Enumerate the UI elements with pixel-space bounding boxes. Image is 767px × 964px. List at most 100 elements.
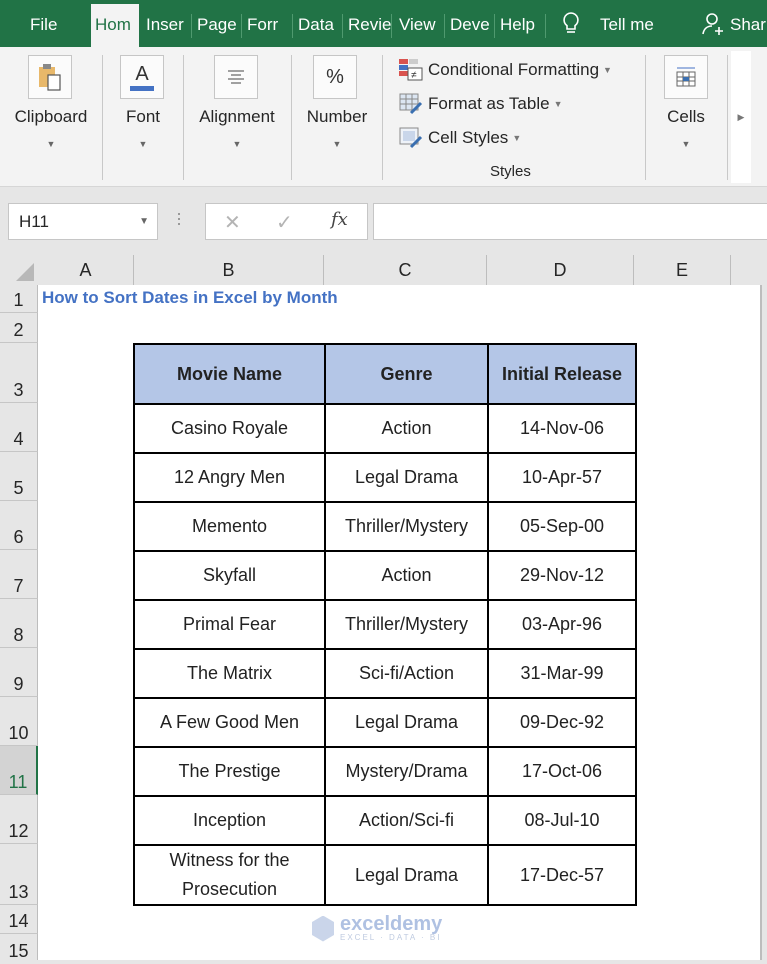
movie-name-cell[interactable]: Primal Fear: [133, 599, 326, 650]
genre-cell[interactable]: Action: [324, 550, 489, 601]
font-label: Font: [125, 107, 161, 126]
tab-formulas[interactable]: Forr: [247, 0, 293, 47]
cells-group[interactable]: Cells ▼: [646, 47, 726, 184]
genre-cell[interactable]: Thriller/Mystery: [324, 599, 489, 650]
select-all-button[interactable]: [0, 255, 38, 285]
group-divider: [727, 55, 728, 180]
tab-help[interactable]: Help: [500, 0, 546, 47]
movie-name-cell[interactable]: Casino Royale: [133, 403, 326, 454]
tab-file[interactable]: File: [30, 0, 80, 47]
column-header-a[interactable]: A: [38, 255, 134, 285]
clipboard-group[interactable]: Clipboard ▼: [0, 47, 102, 184]
tab-data[interactable]: Data: [298, 0, 343, 47]
movie-name-cell[interactable]: The Matrix: [133, 648, 326, 699]
cancel-x-icon[interactable]: ✕: [224, 210, 241, 235]
genre-cell[interactable]: Mystery/Drama: [324, 746, 489, 797]
name-box[interactable]: H11 ▼: [8, 203, 158, 240]
release-date-cell[interactable]: 17-Dec-57: [487, 844, 637, 906]
release-date-cell[interactable]: 08-Jul-10: [487, 795, 637, 846]
release-date-cell[interactable]: 09-Dec-92: [487, 697, 637, 748]
row-header[interactable]: 8: [0, 599, 38, 648]
genre-cell[interactable]: Action: [324, 403, 489, 454]
formula-bar-grip-icon[interactable]: [177, 210, 181, 234]
chevron-down-icon: ▼: [332, 139, 342, 149]
movie-name-cell[interactable]: The Prestige: [133, 746, 326, 797]
chevron-down-icon[interactable]: ▼: [139, 204, 149, 239]
formula-input[interactable]: [373, 203, 767, 240]
alignment-group[interactable]: Alignment ▼: [184, 47, 290, 184]
tab-view[interactable]: View: [399, 0, 445, 47]
genre-cell[interactable]: Thriller/Mystery: [324, 501, 489, 552]
movie-name-cell[interactable]: Memento: [133, 501, 326, 552]
release-date-cell[interactable]: 29-Nov-12: [487, 550, 637, 601]
header-genre[interactable]: Genre: [324, 343, 489, 405]
chevron-down-icon: ▼: [512, 133, 522, 143]
genre-cell[interactable]: Legal Drama: [324, 844, 489, 906]
group-divider: [382, 55, 383, 180]
header-movie-name[interactable]: Movie Name: [133, 343, 326, 405]
row-header[interactable]: 13: [0, 844, 38, 905]
clipboard-paste-icon: [28, 55, 72, 99]
table-row: 12 Angry Men Legal Drama 10-Apr-57: [133, 452, 637, 503]
align-center-icon: [214, 55, 258, 99]
movie-name-cell[interactable]: Witness for the Prosecution: [133, 844, 326, 906]
release-date-cell[interactable]: 17-Oct-06: [487, 746, 637, 797]
header-initial-release[interactable]: Initial Release: [487, 343, 637, 405]
column-header-e[interactable]: E: [634, 255, 731, 285]
row-header[interactable]: 9: [0, 648, 38, 697]
movie-name-cell[interactable]: A Few Good Men: [133, 697, 326, 748]
row-header-selected[interactable]: 11: [0, 746, 38, 795]
alignment-label: Alignment: [199, 107, 275, 126]
insert-function-icon[interactable]: fx: [331, 209, 348, 230]
row-header[interactable]: 6: [0, 501, 38, 550]
table-row: Casino Royale Action 14-Nov-06: [133, 403, 637, 454]
share-button[interactable]: Shar: [730, 0, 767, 47]
column-header-d[interactable]: D: [487, 255, 634, 285]
genre-cell[interactable]: Legal Drama: [324, 697, 489, 748]
tab-insert[interactable]: Inser: [146, 0, 192, 47]
row-header[interactable]: 7: [0, 550, 38, 599]
tab-developer[interactable]: Deve: [450, 0, 495, 47]
tab-home[interactable]: Hom: [91, 4, 139, 47]
row-header[interactable]: 5: [0, 452, 38, 501]
row-header[interactable]: 4: [0, 403, 38, 452]
release-date-cell[interactable]: 14-Nov-06: [487, 403, 637, 454]
exceldemy-watermark: exceldemy EXCEL · DATA · BI: [312, 914, 442, 942]
table-row: The Matrix Sci-fi/Action 31-Mar-99: [133, 648, 637, 699]
number-group[interactable]: % Number ▼: [292, 47, 382, 184]
conditional-formatting-icon: ≠: [399, 59, 423, 81]
row-header[interactable]: 12: [0, 795, 38, 844]
sheet-title-cell[interactable]: How to Sort Dates in Excel by Month: [42, 288, 338, 308]
genre-cell[interactable]: Action/Sci-fi: [324, 795, 489, 846]
conditional-formatting-button[interactable]: ≠ Conditional Formatting ▼: [399, 56, 612, 84]
font-color-icon: A: [120, 55, 164, 99]
cell-styles-button[interactable]: Cell Styles ▼: [399, 124, 521, 152]
release-date-cell[interactable]: 31-Mar-99: [487, 648, 637, 699]
row-header[interactable]: 2: [0, 313, 38, 343]
tell-me-search[interactable]: Tell me: [600, 0, 670, 47]
column-header-c[interactable]: C: [324, 255, 487, 285]
share-person-icon[interactable]: [702, 0, 726, 47]
movie-name-cell[interactable]: 12 Angry Men: [133, 452, 326, 503]
row-header[interactable]: 10: [0, 697, 38, 746]
movie-name-cell[interactable]: Skyfall: [133, 550, 326, 601]
row-header[interactable]: 3: [0, 343, 38, 403]
lightbulb-icon[interactable]: [562, 0, 582, 47]
release-date-cell[interactable]: 03-Apr-96: [487, 599, 637, 650]
genre-cell[interactable]: Sci-fi/Action: [324, 648, 489, 699]
format-as-table-button[interactable]: Format as Table ▼: [399, 90, 563, 118]
column-header-b[interactable]: B: [134, 255, 324, 285]
genre-cell[interactable]: Legal Drama: [324, 452, 489, 503]
tab-review[interactable]: Revie: [348, 0, 392, 47]
release-date-cell[interactable]: 10-Apr-57: [487, 452, 637, 503]
confirm-check-icon[interactable]: ✓: [276, 210, 293, 235]
table-row: A Few Good Men Legal Drama 09-Dec-92: [133, 697, 637, 748]
row-header[interactable]: 1: [0, 285, 38, 313]
table-row: The Prestige Mystery/Drama 17-Oct-06: [133, 746, 637, 797]
ribbon-scroll-right-button[interactable]: ▶: [731, 51, 751, 183]
release-date-cell[interactable]: 05-Sep-00: [487, 501, 637, 552]
tab-page-layout[interactable]: Page: [197, 0, 242, 47]
font-group[interactable]: A Font ▼: [103, 47, 183, 184]
movie-name-cell[interactable]: Inception: [133, 795, 326, 846]
row-header[interactable]: 14: [0, 905, 38, 934]
